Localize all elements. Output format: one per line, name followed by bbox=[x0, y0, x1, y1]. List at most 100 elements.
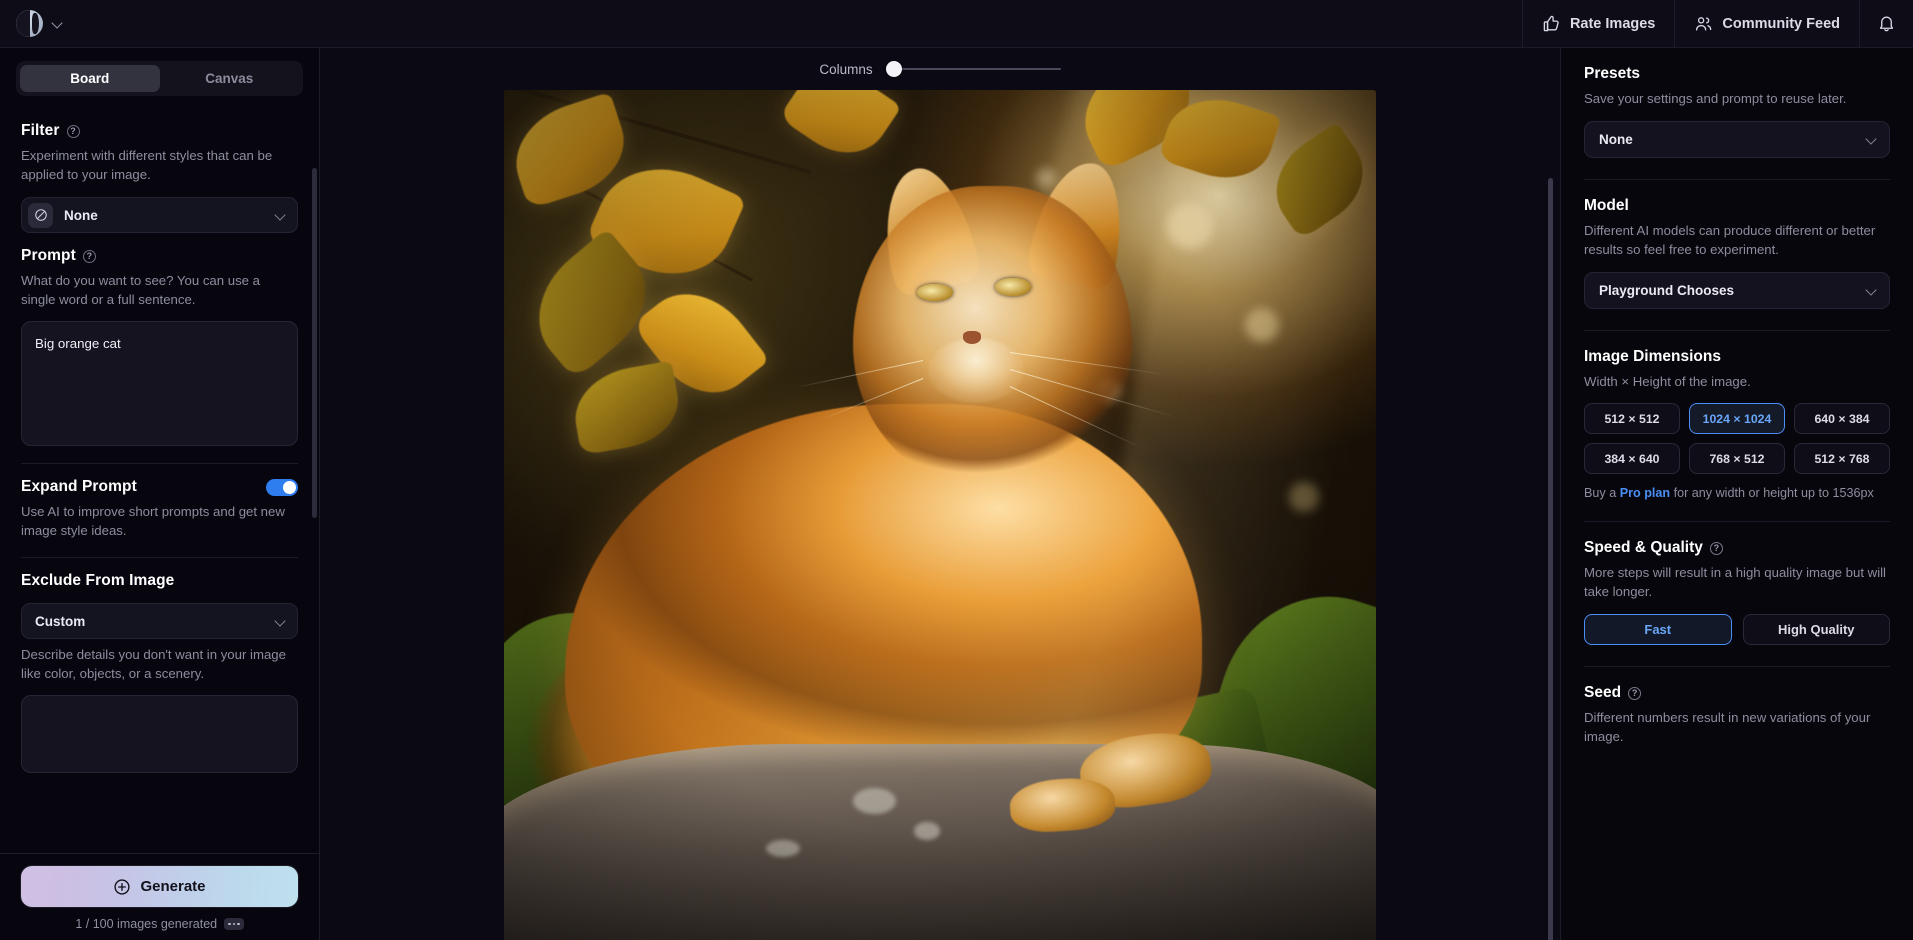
columns-label: Columns bbox=[819, 61, 873, 77]
slider-thumb[interactable] bbox=[885, 61, 902, 77]
seed-title: Seed bbox=[1584, 684, 1622, 701]
seed-description: Different numbers result in new variatio… bbox=[1584, 710, 1871, 744]
app-root: Rate Images Community Feed Board Canvas … bbox=[0, 0, 1913, 940]
filter-value: None bbox=[64, 207, 98, 223]
filter-select[interactable]: None bbox=[21, 197, 298, 233]
presets-description: Save your settings and prompt to reuse l… bbox=[1584, 91, 1847, 106]
divider bbox=[1584, 330, 1890, 331]
view-mode-tabs: Board Canvas bbox=[0, 48, 319, 108]
divider bbox=[1584, 521, 1890, 522]
model-value: Playground Chooses bbox=[1599, 283, 1735, 298]
exclude-from-image-section: Exclude From Image Custom Describe detai… bbox=[21, 558, 298, 773]
bell-icon bbox=[1877, 14, 1896, 33]
playground-logo-icon bbox=[16, 10, 43, 37]
notifications-button[interactable] bbox=[1859, 0, 1913, 47]
cat-head bbox=[852, 185, 1132, 492]
expand-prompt-toggle[interactable] bbox=[266, 478, 298, 496]
chevron-down-icon bbox=[275, 210, 286, 221]
presets-section: Presets Save your settings and prompt to… bbox=[1584, 65, 1890, 160]
generated-image[interactable] bbox=[504, 90, 1376, 940]
filter-description: Experiment with different styles that ca… bbox=[21, 148, 273, 182]
left-sidebar: Board Canvas Filter ? Experiment with di… bbox=[0, 48, 320, 940]
dimension-option-512x768[interactable]: 512 × 768 bbox=[1794, 443, 1890, 474]
exclude-value: Custom bbox=[35, 613, 86, 629]
presets-value: None bbox=[1599, 132, 1633, 147]
community-feed-button[interactable]: Community Feed bbox=[1674, 0, 1859, 47]
tab-canvas[interactable]: Canvas bbox=[160, 65, 300, 92]
cat-eye-left bbox=[917, 283, 954, 302]
top-bar: Rate Images Community Feed bbox=[0, 0, 1913, 48]
dimension-option-384x640[interactable]: 384 × 640 bbox=[1584, 443, 1680, 474]
chevron-down-icon bbox=[275, 616, 286, 627]
generate-footer: Generate 1 / 100 images generated bbox=[0, 853, 319, 940]
canvas-scrollbar[interactable] bbox=[1548, 178, 1553, 940]
filter-title: Filter bbox=[21, 122, 60, 139]
prompt-description: What do you want to see? You can use a s… bbox=[21, 273, 261, 307]
exclude-select[interactable]: Custom bbox=[21, 603, 298, 639]
pro-plan-link[interactable]: Pro plan bbox=[1620, 486, 1670, 500]
seed-section: Seed ? Different numbers result in new v… bbox=[1584, 684, 1890, 748]
main-row: Board Canvas Filter ? Experiment with di… bbox=[0, 48, 1913, 940]
speed-quality-description: More steps will result in a high quality… bbox=[1584, 565, 1886, 599]
prompt-title: Prompt bbox=[21, 247, 76, 264]
prompt-section: Prompt ? What do you want to see? You ca… bbox=[21, 233, 298, 446]
bokeh bbox=[1245, 308, 1280, 342]
model-description: Different AI models can produce differen… bbox=[1584, 223, 1876, 257]
slider-track bbox=[885, 68, 1061, 70]
expand-prompt-section: Expand Prompt Use AI to improve short pr… bbox=[21, 464, 298, 540]
plus-circle-icon bbox=[113, 878, 131, 896]
center-panel: Columns bbox=[320, 48, 1560, 940]
rate-images-label: Rate Images bbox=[1569, 15, 1656, 32]
question-circle-icon[interactable]: ? bbox=[1628, 686, 1642, 700]
exclude-input[interactable] bbox=[21, 695, 298, 773]
logo-menu-button[interactable] bbox=[0, 10, 63, 37]
question-circle-icon[interactable]: ? bbox=[1709, 541, 1723, 555]
expand-prompt-description: Use AI to improve short prompts and get … bbox=[21, 504, 285, 538]
prompt-input[interactable]: Big orange cat bbox=[21, 321, 298, 446]
dimension-option-768x512[interactable]: 768 × 512 bbox=[1689, 443, 1785, 474]
speed-option-high-quality[interactable]: High Quality bbox=[1742, 614, 1890, 645]
more-dots-icon[interactable] bbox=[224, 918, 244, 930]
chevron-down-icon bbox=[1866, 134, 1877, 145]
dimension-option-640x384[interactable]: 640 × 384 bbox=[1794, 403, 1890, 434]
speed-option-fast[interactable]: Fast bbox=[1584, 614, 1732, 645]
model-title: Model bbox=[1584, 197, 1629, 214]
question-circle-icon[interactable]: ? bbox=[66, 124, 80, 138]
rate-images-button[interactable]: Rate Images bbox=[1521, 0, 1674, 47]
chevron-down-icon bbox=[1866, 285, 1877, 296]
bokeh bbox=[1166, 203, 1213, 250]
generate-count: 1 / 100 images generated bbox=[21, 917, 298, 931]
pro-note-suffix: for any width or height up to 1536px bbox=[1670, 486, 1874, 500]
presets-select[interactable]: None bbox=[1584, 121, 1890, 158]
generate-label: Generate bbox=[140, 878, 206, 895]
community-feed-label: Community Feed bbox=[1722, 15, 1840, 32]
rock-spot bbox=[852, 787, 897, 814]
model-select[interactable]: Playground Chooses bbox=[1584, 272, 1890, 309]
speed-quality-section: Speed & Quality ? More steps will result… bbox=[1584, 539, 1890, 647]
generate-count-label: 1 / 100 images generated bbox=[75, 917, 218, 931]
left-sidebar-scroll: Filter ? Experiment with different style… bbox=[0, 108, 319, 853]
filter-section: Filter ? Experiment with different style… bbox=[21, 108, 298, 233]
cat-nose bbox=[962, 330, 981, 344]
pro-note-prefix: Buy a bbox=[1584, 486, 1620, 500]
dimensions-grid: 512 × 512 1024 × 1024 640 × 384 384 × 64… bbox=[1584, 403, 1890, 474]
generate-button[interactable]: Generate bbox=[21, 866, 298, 907]
dimension-option-1024x1024[interactable]: 1024 × 1024 bbox=[1689, 403, 1785, 434]
expand-prompt-title: Expand Prompt bbox=[21, 478, 137, 495]
cat-scene bbox=[504, 90, 1376, 940]
sidebar-scrollbar[interactable] bbox=[312, 168, 317, 518]
cat-muzzle bbox=[927, 337, 1024, 404]
dimension-option-512x512[interactable]: 512 × 512 bbox=[1584, 403, 1680, 434]
dimensions-title: Image Dimensions bbox=[1584, 348, 1721, 365]
speed-quality-title: Speed & Quality bbox=[1584, 539, 1703, 556]
tab-board[interactable]: Board bbox=[20, 65, 160, 92]
stone-wall bbox=[504, 744, 1376, 940]
question-circle-icon[interactable]: ? bbox=[82, 249, 96, 263]
presets-title: Presets bbox=[1584, 65, 1641, 82]
cat-eye-right bbox=[994, 278, 1031, 296]
people-icon bbox=[1694, 14, 1713, 33]
columns-slider[interactable] bbox=[885, 61, 1061, 77]
exclude-description: Describe details you don't want in your … bbox=[21, 647, 286, 681]
image-canvas-area bbox=[320, 90, 1560, 940]
columns-control-bar: Columns bbox=[320, 48, 1560, 90]
